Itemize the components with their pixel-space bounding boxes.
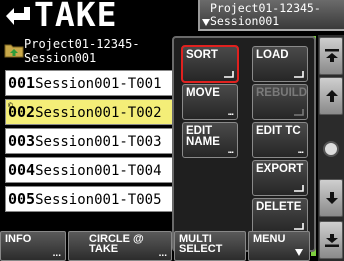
take-number: 005 bbox=[8, 190, 36, 208]
project-name-line2: Session001 bbox=[210, 14, 280, 28]
scroll-knob[interactable] bbox=[323, 141, 339, 157]
project-name-line1: Project01-12345- bbox=[210, 1, 321, 15]
more-dots-icon: ... bbox=[52, 248, 61, 259]
take-name: Session001-T005 bbox=[35, 192, 162, 208]
take-list: 001Session001-T001 © 002Session001-T002 … bbox=[5, 70, 175, 215]
edit-tc-button[interactable]: EDIT TC ... bbox=[252, 122, 308, 158]
take-name: Session001-T004 bbox=[35, 163, 162, 179]
rebuild-label: REBUILD bbox=[256, 87, 308, 99]
take-number: 001 bbox=[8, 74, 36, 92]
menu-button[interactable]: MENU bbox=[248, 231, 310, 261]
multi-select-label-line2: SELECT bbox=[179, 243, 223, 255]
take-name: Session001-T001 bbox=[35, 76, 162, 92]
screen-title: TAKE bbox=[34, 0, 118, 34]
info-label: INFO bbox=[5, 233, 32, 245]
info-button[interactable]: INFO ... bbox=[0, 231, 66, 261]
circle-take-icon: © bbox=[8, 101, 13, 110]
take-name: Session001-T003 bbox=[35, 134, 162, 150]
take-row-selected[interactable]: © 002Session001-T002 bbox=[5, 99, 175, 125]
load-button[interactable]: LOAD bbox=[252, 46, 308, 82]
menu-down-arrow-icon bbox=[295, 249, 303, 256]
more-dots-icon: ... bbox=[227, 107, 234, 118]
edit-tc-label: EDIT TC bbox=[256, 125, 301, 137]
take-row[interactable]: 003Session001-T003 bbox=[5, 128, 175, 154]
scroll-bottom-button[interactable] bbox=[319, 221, 343, 259]
dropdown-arrow-icon bbox=[202, 19, 210, 26]
submenu-corner-icon bbox=[294, 223, 304, 230]
project-selector[interactable]: Project01-12345- Session001 bbox=[198, 0, 344, 31]
take-number: 004 bbox=[8, 161, 36, 179]
scroll-up-button[interactable] bbox=[319, 77, 343, 115]
move-label: MOVE bbox=[186, 87, 220, 99]
menu-label: MENU bbox=[253, 233, 286, 245]
submenu-corner-icon bbox=[294, 109, 304, 116]
sort-label: SORT bbox=[186, 49, 218, 61]
scroll-top-button[interactable] bbox=[319, 37, 343, 75]
take-row[interactable]: 004Session001-T004 bbox=[5, 157, 175, 183]
take-screen: TAKE Project01-12345- Session001 Project… bbox=[0, 0, 344, 261]
load-label: LOAD bbox=[256, 49, 289, 61]
edit-name-button[interactable]: EDIT NAME ... bbox=[182, 122, 238, 158]
multi-select-button[interactable]: MULTI SELECT bbox=[174, 231, 246, 261]
export-label: EXPORT bbox=[256, 163, 304, 175]
submenu-corner-icon bbox=[294, 185, 304, 192]
scroll-down-icon bbox=[326, 192, 338, 204]
circle-take-button[interactable]: CIRCLE @ TAKE ... bbox=[68, 231, 172, 261]
take-name: Session001-T002 bbox=[35, 105, 162, 121]
scroll-column bbox=[318, 35, 344, 261]
delete-label: DELETE bbox=[256, 201, 302, 213]
sort-button[interactable]: SORT bbox=[181, 45, 239, 83]
jump-to-bottom-icon bbox=[325, 234, 339, 247]
scroll-up-icon bbox=[326, 90, 338, 102]
take-number: 003 bbox=[8, 132, 36, 150]
export-button[interactable]: EXPORT bbox=[252, 160, 308, 196]
bottom-function-bar: INFO ... CIRCLE @ TAKE ... MULTI SELECT … bbox=[0, 231, 318, 261]
take-row[interactable]: 001Session001-T001 bbox=[5, 70, 175, 96]
more-dots-icon: ... bbox=[227, 145, 234, 156]
header-bar: TAKE Project01-12345- Session001 bbox=[0, 0, 344, 33]
more-dots-icon: ... bbox=[158, 248, 167, 259]
folder-header[interactable]: Project01-12345- Session001 bbox=[0, 35, 176, 67]
folder-name-line2: Session001 bbox=[24, 51, 97, 65]
submenu-corner-icon bbox=[224, 71, 234, 78]
more-dots-icon: ... bbox=[297, 145, 304, 156]
rebuild-button: REBUILD bbox=[252, 84, 308, 120]
scroll-down-button[interactable] bbox=[319, 179, 343, 217]
submenu-corner-icon bbox=[294, 71, 304, 78]
folder-name-line1: Project01-12345- bbox=[24, 37, 140, 51]
take-row[interactable]: 005Session001-T005 bbox=[5, 186, 175, 212]
move-button[interactable]: MOVE ... bbox=[182, 84, 238, 120]
take-menu-popup: SORT LOAD MOVE ... REBUILD EDIT NAME ...… bbox=[172, 36, 316, 252]
delete-button[interactable]: DELETE bbox=[252, 198, 308, 234]
back-arrow-icon[interactable] bbox=[4, 4, 32, 30]
jump-to-top-icon bbox=[325, 49, 339, 62]
folder-up-icon bbox=[4, 44, 24, 58]
